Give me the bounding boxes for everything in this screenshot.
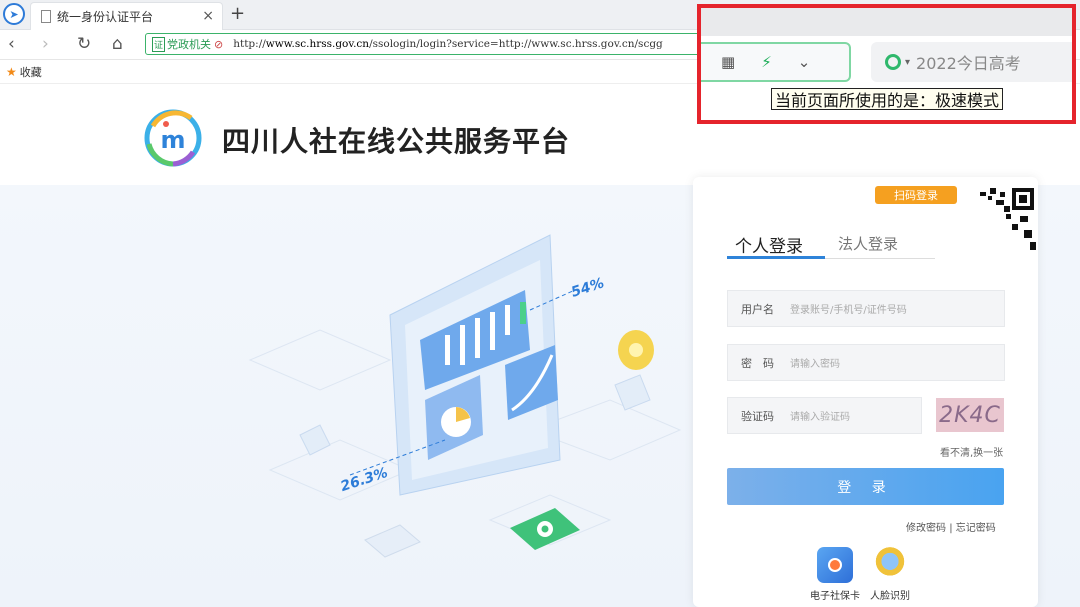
- username-label: 用户名: [741, 302, 774, 316]
- security-certificate[interactable]: 证 党政机关 ⊘: [146, 36, 227, 52]
- scan-login-badge[interactable]: 扫码登录: [875, 186, 957, 204]
- login-button[interactable]: 登 录: [727, 468, 1004, 505]
- page-icon: [41, 10, 51, 23]
- search-engine-icon: [885, 54, 901, 70]
- face-recognition-icon: [872, 547, 908, 583]
- tab-legal-login[interactable]: 法人登录: [838, 233, 898, 254]
- refresh-captcha-link[interactable]: 看不清,换一张: [940, 444, 1003, 459]
- lightning-icon[interactable]: ⚡: [761, 53, 772, 71]
- navigation-arrow-icon[interactable]: ➤: [3, 3, 25, 25]
- face-recognition-label: 人脸识别: [870, 591, 910, 602]
- face-recognition-button[interactable]: 人脸识别: [870, 547, 910, 602]
- blocked-icon: ⊘: [214, 37, 224, 51]
- speed-mode-tooltip: 当前页面所使用的是：极速模式: [771, 88, 1004, 110]
- svg-text:m: m: [160, 126, 185, 154]
- site-title: 四川人社在线公共服务平台: [222, 125, 571, 158]
- username-input[interactable]: 登录账号/手机号/证件号码: [790, 301, 907, 316]
- forgot-password-link[interactable]: 忘记密码: [956, 523, 996, 534]
- dashboard-illustration: [248, 234, 682, 558]
- new-tab-button[interactable]: +: [230, 3, 245, 24]
- bookmarks-button[interactable]: 收藏: [20, 64, 42, 80]
- password-field[interactable]: 密 码 请输入密码: [727, 344, 1005, 381]
- address-bar[interactable]: 证 党政机关 ⊘ http://www.sc.hrss.gov.cn/ssolo…: [145, 33, 705, 55]
- star-icon: ★: [6, 64, 17, 79]
- account-links: 修改密码 | 忘记密码: [906, 519, 996, 534]
- qr-code-icon[interactable]: [960, 184, 1038, 256]
- captcha-image[interactable]: 2K4C: [936, 398, 1004, 432]
- browser-mode-toolbar: ▦ ⚡ ⌄: [701, 42, 851, 82]
- change-password-link[interactable]: 修改密码: [906, 523, 946, 534]
- captcha-input[interactable]: 请输入验证码: [790, 408, 850, 423]
- forward-button[interactable]: ›: [42, 34, 49, 54]
- captcha-field[interactable]: 验证码 请输入验证码: [727, 397, 922, 434]
- chevron-small-icon[interactable]: ▾: [905, 57, 910, 68]
- cert-badge-icon: 证: [152, 36, 166, 52]
- home-button[interactable]: ⌂: [112, 34, 123, 54]
- password-label: 密 码: [741, 356, 774, 370]
- tab-close-icon[interactable]: ×: [202, 8, 214, 24]
- search-box[interactable]: ▾ 2022今日高考: [871, 42, 1072, 82]
- social-card-icon: [817, 547, 853, 583]
- captcha-label: 验证码: [741, 409, 774, 423]
- url-text: http://www.sc.hrss.gov.cn/ssologin/login…: [233, 38, 663, 50]
- reload-button[interactable]: ↻: [77, 34, 91, 54]
- username-field[interactable]: 用户名 登录账号/手机号/证件号码: [727, 290, 1005, 327]
- mode-indicator-overlay: ▦ ⚡ ⌄ ▾ 2022今日高考 当前页面所使用的是：极速模式: [697, 4, 1076, 124]
- browser-tab[interactable]: 统一身份认证平台 ×: [30, 2, 223, 30]
- e-social-card-label: 电子社保卡: [810, 591, 860, 602]
- cert-label: 党政机关: [167, 38, 212, 51]
- e-social-card-button[interactable]: 电子社保卡: [810, 547, 860, 602]
- tab-personal-login[interactable]: 个人登录: [735, 232, 803, 257]
- link-separator: |: [949, 523, 953, 534]
- back-button[interactable]: ‹: [8, 34, 15, 54]
- search-text: 2022今日高考: [916, 54, 1021, 73]
- site-logo-icon: m: [144, 109, 202, 167]
- tab-active-indicator: [727, 256, 825, 259]
- chevron-down-icon[interactable]: ⌄: [798, 53, 811, 71]
- overlay-titlebar: [701, 8, 1072, 36]
- password-input[interactable]: 请输入密码: [790, 355, 840, 370]
- grid-icon[interactable]: ▦: [721, 53, 735, 71]
- tab-title: 统一身份认证平台: [57, 10, 154, 24]
